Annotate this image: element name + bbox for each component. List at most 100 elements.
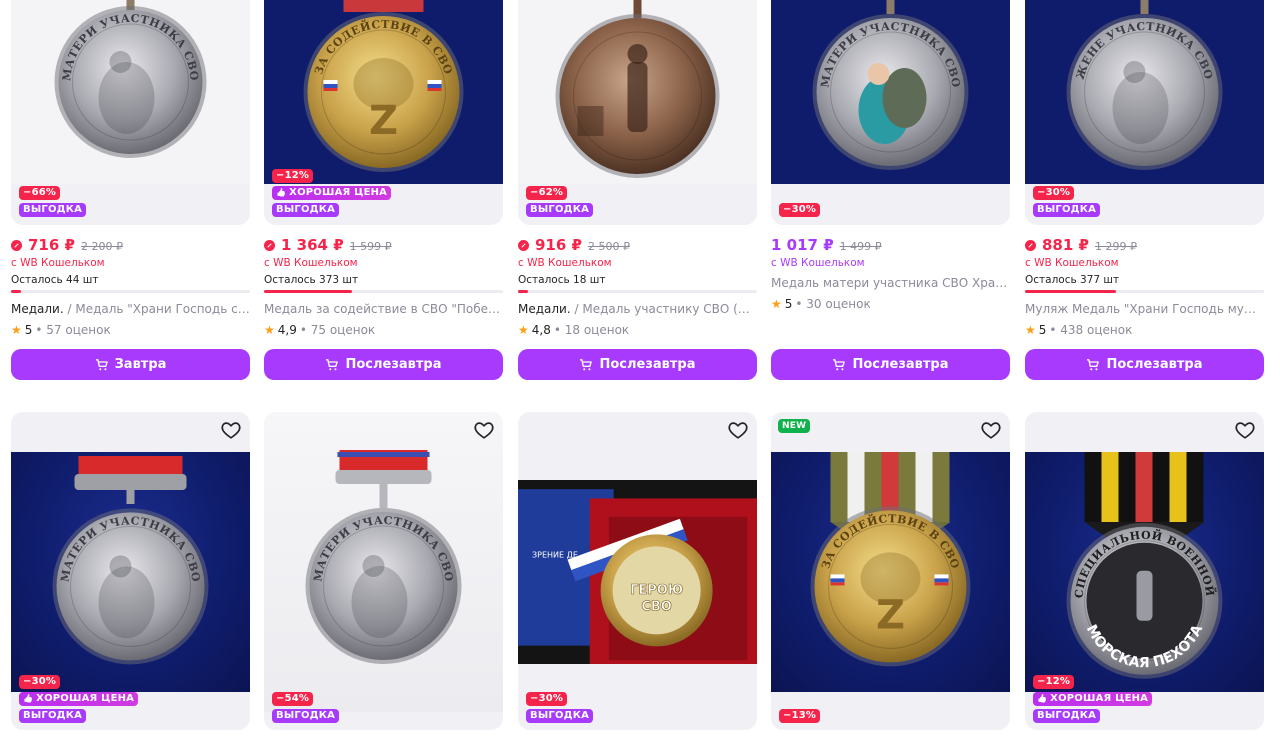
review-count: • 438 оценок bbox=[1049, 323, 1133, 337]
product-card[interactable]: МАТЕРИ УЧАСТНИКА СВО −30% 👍 ХОРОШАЯ ЦЕНА ВЫГ… bbox=[11, 412, 250, 747]
product-image-area[interactable]: ЗРЕНИЕ ДЕ ГЕРОЮ СВО bbox=[518, 412, 757, 730]
current-price: 881 ₽ bbox=[1042, 236, 1089, 254]
stock-bar bbox=[1025, 290, 1264, 293]
star-icon: ★ bbox=[518, 323, 529, 337]
vygodka-badge: ВЫГОДКА bbox=[19, 203, 87, 217]
star-icon: ★ bbox=[11, 323, 22, 337]
wb-wallet-icon bbox=[264, 240, 275, 251]
medal-image: ЗА СОДЕЙСТВИЕ В СВОZ bbox=[303, 0, 464, 172]
cart-icon bbox=[1087, 358, 1100, 370]
badge-group: −30% ВЫГОДКА bbox=[526, 692, 594, 723]
product-title[interactable]: Медаль за содействие в СВО "Победа б... bbox=[264, 302, 503, 316]
product-title[interactable]: Медали. / Медаль участнику СВО (Муля... bbox=[518, 302, 757, 316]
discount-badge: −30% bbox=[1033, 186, 1075, 200]
product-card[interactable]: МАТЕРИ УЧАСТНИКА СВО −30% 1 017 ₽ 1 499 ₽ с … bbox=[771, 0, 1010, 381]
badge-group: −30% 👍 ХОРОШАЯ ЦЕНА ВЫГОДКА bbox=[19, 675, 139, 723]
badge-group: −12% 👍 ХОРОШАЯ ЦЕНА ВЫГОДКА bbox=[272, 169, 392, 217]
vygodka-badge: ВЫГОДКА bbox=[272, 709, 340, 723]
vygodka-badge: ВЫГОДКА bbox=[526, 203, 594, 217]
vygodka-badge: ВЫГОДКА bbox=[526, 709, 594, 723]
product-photo: ЗА СОДЕЙСТВИЕ В СВО Z bbox=[264, 0, 503, 184]
badge-group: −12% 👍 ХОРОШАЯ ЦЕНА ВЫГОДКА bbox=[1033, 675, 1153, 723]
product-photo: ЗА СОДЕЙСТВИЕ В СВО Z bbox=[771, 452, 1010, 692]
add-to-cart-button[interactable]: Послезавтра bbox=[518, 349, 757, 380]
old-price: 2 200 ₽ bbox=[80, 240, 123, 253]
product-photo: МАТЕРИ УЧАСТНИКА СВО bbox=[771, 0, 1010, 184]
new-badge: NEW bbox=[778, 419, 811, 433]
badge-group: −30% ВЫГОДКА bbox=[1033, 186, 1101, 217]
product-photo: УЧАСТНИК СПЕЦИАЛЬНОЙ ВОЕННОЙ ОПЕРАЦИИМОР… bbox=[1025, 452, 1264, 692]
product-card[interactable]: ЗА СОДЕЙСТВИЕ В СВО Z NEW −13% bbox=[771, 412, 1010, 747]
product-name: Медаль матери участника СВО Храни Г... bbox=[771, 276, 1010, 290]
add-to-cart-button[interactable]: Завтра bbox=[11, 349, 250, 380]
wallet-note: с WB Кошельком bbox=[518, 257, 612, 269]
product-card[interactable]: УЧАСТНИК СПЕЦИАЛЬНОЙ ВОЕННОЙ ОПЕРАЦИИМОР… bbox=[1025, 412, 1264, 747]
product-title[interactable]: Муляж Медаль "Храни Господь мужей л... bbox=[1025, 302, 1264, 316]
product-card[interactable]: МАТЕРИ УЧАСТНИКА СВО −54% ВЫГОДКА bbox=[264, 412, 503, 747]
price-row: 716 ₽ 2 200 ₽ bbox=[11, 236, 123, 254]
favorite-heart-icon[interactable] bbox=[1234, 419, 1256, 441]
product-name: / Медаль участнику СВО (Муля... bbox=[574, 302, 757, 316]
old-price: 1 599 ₽ bbox=[349, 240, 392, 253]
good-price-badge: 👍 ХОРОШАЯ ЦЕНА bbox=[1033, 692, 1153, 706]
favorite-heart-icon[interactable] bbox=[727, 419, 749, 441]
stock-bar-fill bbox=[518, 290, 528, 293]
product-image-area[interactable]: МАТЕРИ УЧАСТНИКА СВО bbox=[771, 0, 1010, 225]
cart-icon bbox=[833, 358, 846, 370]
product-card[interactable]: ЗРЕНИЕ ДЕ ГЕРОЮ СВО −30% ВЫГОДКА bbox=[518, 412, 757, 747]
stock-bar-fill bbox=[264, 290, 353, 293]
favorite-heart-icon[interactable] bbox=[473, 419, 495, 441]
add-to-cart-button[interactable]: Послезавтра bbox=[264, 349, 503, 380]
review-count: • 30 оценок bbox=[795, 297, 871, 311]
star-icon: ★ bbox=[1025, 323, 1036, 337]
discount-badge: −30% bbox=[526, 692, 568, 706]
brand-name: Медали. bbox=[518, 302, 571, 316]
product-title[interactable]: Медали. / Медаль "Храни Господь сыно... bbox=[11, 302, 250, 316]
product-image-area[interactable]: ЗА СОДЕЙСТВИЕ В СВО Z bbox=[771, 412, 1010, 730]
product-title[interactable]: Медаль матери участника СВО Храни Г... bbox=[771, 276, 1010, 290]
delivery-label: Завтра bbox=[114, 357, 167, 372]
add-to-cart-button[interactable]: Послезавтра bbox=[1025, 349, 1264, 380]
favorite-heart-icon[interactable] bbox=[980, 419, 1002, 441]
cart-icon bbox=[95, 358, 108, 370]
product-photo bbox=[518, 0, 757, 184]
wb-wallet-icon bbox=[518, 240, 529, 251]
cart-icon bbox=[580, 358, 593, 370]
product-image-area[interactable]: МАТЕРИ УЧАСТНИКА СВО bbox=[264, 412, 503, 730]
delivery-label: Послезавтра bbox=[852, 357, 949, 372]
discount-badge: −12% bbox=[1033, 675, 1075, 689]
review-count: • 18 оценок bbox=[553, 323, 630, 337]
good-price-badge: 👍 ХОРОШАЯ ЦЕНА bbox=[272, 186, 392, 200]
product-photo: МАТЕРИ УЧАСТНИКА СВО bbox=[264, 412, 503, 712]
discount-badge: −30% bbox=[779, 203, 821, 217]
stock-bar-fill bbox=[1025, 290, 1116, 293]
price-row: 1 364 ₽ 1 599 ₽ bbox=[264, 236, 392, 254]
favorite-heart-icon[interactable] bbox=[220, 419, 242, 441]
medal-image: УЧАСТНИК СПЕЦИАЛЬНОЙ ВОЕННОЙ ОПЕРАЦИИМОР… bbox=[1025, 452, 1223, 679]
thumbs-up-icon: 👍 bbox=[1037, 694, 1048, 703]
product-card[interactable]: ЗА СОДЕЙСТВИЕ В СВО Z −12% 👍 ХОРОШАЯ ЦЕНА ВЫГ… bbox=[264, 0, 503, 381]
medal-image: МАТЕРИ УЧАСТНИКА СВО bbox=[54, 0, 207, 158]
good-price-label: ХОРОШАЯ ЦЕНА bbox=[289, 187, 388, 198]
cart-icon bbox=[326, 358, 339, 370]
product-card[interactable]: −62% ВЫГОДКА 916 ₽ 2 500 ₽ с WB Кошельком Ост… bbox=[518, 0, 757, 381]
vygodka-badge: ВЫГОДКА bbox=[1033, 203, 1101, 217]
discount-badge: −30% bbox=[19, 675, 61, 689]
product-photo: МАТЕРИ УЧАСТНИКА СВО bbox=[11, 0, 250, 184]
rating: ★ 4,8 • 18 оценок bbox=[518, 323, 629, 337]
badge-group: −54% ВЫГОДКА bbox=[272, 692, 340, 723]
product-card[interactable]: ЖЕНЕ УЧАСТНИКА СВО −30% ВЫГОДКА 881 ₽ 1 299 … bbox=[1025, 0, 1264, 381]
vygodka-badge: ВЫГОДКА bbox=[19, 709, 87, 723]
add-to-cart-button[interactable]: Послезавтра bbox=[771, 349, 1010, 380]
product-name: Медаль за содействие в СВО "Победа б... bbox=[264, 302, 503, 316]
svg-text:ЗРЕНИЕ ДЕ: ЗРЕНИЕ ДЕ bbox=[532, 550, 578, 559]
vygodka-badge: ВЫГОДКА bbox=[272, 203, 340, 217]
rating: ★ 5 • 438 оценок bbox=[1025, 323, 1132, 337]
thumbs-up-icon: 👍 bbox=[276, 188, 287, 197]
old-price: 1 499 ₽ bbox=[839, 240, 882, 253]
medal-image bbox=[555, 0, 720, 178]
old-price: 1 299 ₽ bbox=[1094, 240, 1137, 253]
product-card[interactable]: МАТЕРИ УЧАСТНИКА СВО −66% ВЫГОДКА 716 ₽ 2 20… bbox=[11, 0, 250, 381]
current-price: 716 ₽ bbox=[28, 236, 75, 254]
medal-image: ЗРЕНИЕ ДЕ ГЕРОЮ СВО bbox=[518, 480, 757, 664]
